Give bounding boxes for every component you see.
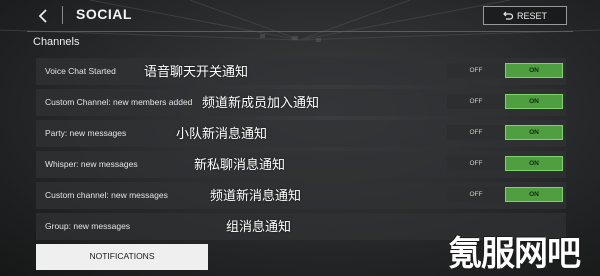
toggle-party-new-messages: OFF ON (447, 125, 563, 140)
setting-label: Custom Channel: new members added (45, 97, 193, 107)
toggle-off-button[interactable]: OFF (447, 94, 505, 109)
setting-label: Whisper: new messages (45, 159, 138, 169)
section-title: Channels (33, 36, 80, 48)
setting-label-cn: 组消息通知 (226, 220, 292, 235)
setting-row-whisper-new-messages: Whisper: new messages 新私聊消息通知 OFF ON (36, 151, 566, 178)
notifications-tab[interactable]: NOTIFICATIONS (36, 244, 208, 270)
toggle-off-button[interactable]: OFF (447, 125, 505, 140)
top-bar: SOCIAL RESET (0, 0, 600, 30)
toggle-on-button[interactable]: ON (505, 63, 563, 78)
setting-row-custom-channel-new-members: Custom Channel: new members added 频道新成员加… (36, 89, 566, 116)
toggle-voice-chat-started: OFF ON (447, 63, 563, 78)
toggle-custom-channel-new-messages: OFF ON (447, 187, 563, 202)
title-divider (62, 6, 63, 24)
toggle-on-button[interactable]: ON (505, 156, 563, 171)
setting-label: Party: new messages (45, 128, 127, 138)
reset-button[interactable]: RESET (483, 6, 567, 25)
watermark: 氪服网吧 (440, 212, 600, 276)
toggle-off-button[interactable]: OFF (447, 156, 505, 171)
undo-arrow-icon (503, 11, 513, 20)
setting-label: Voice Chat Started (45, 66, 116, 76)
toggle-on-button[interactable]: ON (505, 94, 563, 109)
back-button[interactable] (33, 6, 53, 26)
setting-label-cn: 频道新消息通知 (210, 189, 302, 204)
setting-row-party-new-messages: Party: new messages 小队新消息通知 OFF ON (36, 120, 566, 147)
toggle-off-button[interactable]: OFF (447, 187, 505, 202)
setting-label-cn: 语音聊天开关通知 (144, 65, 249, 80)
page-title: SOCIAL (76, 6, 132, 22)
setting-label: Custom channel: new messages (45, 190, 168, 200)
reset-label: RESET (516, 10, 547, 21)
watermark-logo: 氪服网吧 (448, 234, 581, 274)
toggle-off-button[interactable]: OFF (447, 63, 505, 78)
toggle-on-button[interactable]: ON (505, 187, 563, 202)
setting-label-cn: 频道新成员加入通知 (202, 96, 320, 111)
setting-label: Group: new messages (45, 221, 131, 231)
toggle-whisper-new-messages: OFF ON (447, 156, 563, 171)
setting-label-cn: 新私聊消息通知 (194, 158, 286, 173)
toggle-on-button[interactable]: ON (505, 125, 563, 140)
setting-label-cn: 小队新消息通知 (176, 127, 268, 142)
chevron-left-icon (38, 9, 47, 23)
toggle-custom-channel-new-members: OFF ON (447, 94, 563, 109)
setting-row-voice-chat-started: Voice Chat Started 语音聊天开关通知 OFF ON (36, 58, 566, 85)
setting-row-custom-channel-new-messages: Custom channel: new messages 频道新消息通知 OFF… (36, 182, 566, 209)
header-divider (27, 31, 573, 32)
